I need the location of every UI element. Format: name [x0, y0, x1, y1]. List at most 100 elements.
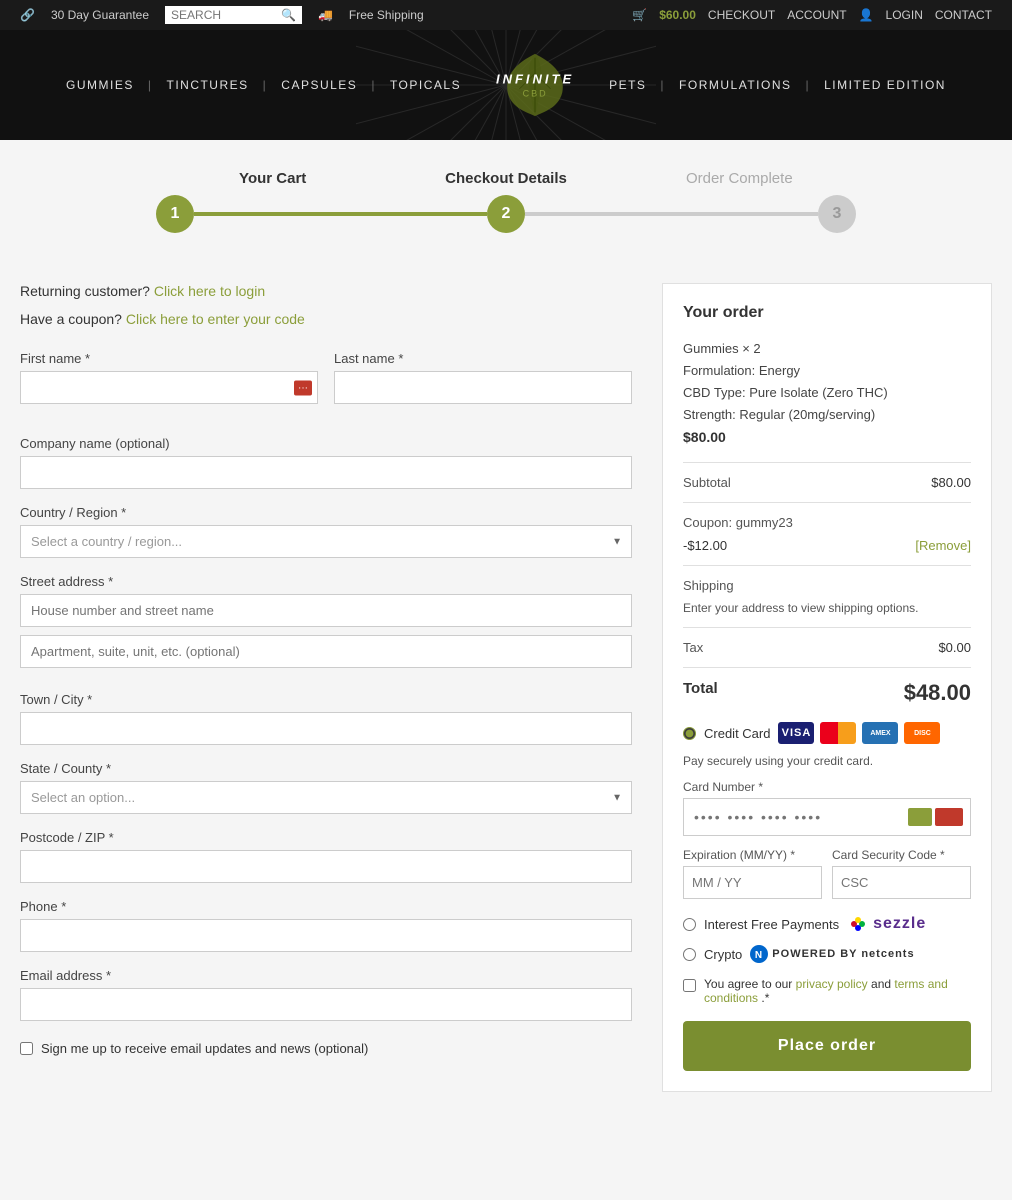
crypto-option: Crypto N POWERED BY netcents	[683, 945, 971, 963]
country-label: Country / Region *	[20, 505, 632, 520]
sezzle-icon	[847, 913, 869, 935]
coupon-label: Coupon: gummy23	[683, 515, 793, 530]
coupon-discount: -$12.00	[683, 538, 727, 553]
progress-labels: Your Cart Checkout Details Order Complet…	[156, 170, 856, 187]
expiry-group: Expiration (MM/YY) *	[683, 848, 822, 899]
checkout-link[interactable]: CHECKOUT	[708, 8, 775, 22]
postcode-input[interactable]	[20, 850, 632, 883]
state-group: State / County * Select an option... Ala…	[20, 761, 632, 814]
contact-link[interactable]: CONTACT	[935, 8, 992, 22]
coupon-prefix: Have a coupon?	[20, 311, 122, 327]
privacy-link[interactable]: privacy policy	[796, 977, 868, 991]
terms-suffix: .*	[761, 991, 769, 1005]
first-name-group: First name * ···	[20, 351, 318, 404]
step1-label: Your Cart	[156, 170, 389, 187]
crypto-radio[interactable]	[683, 948, 696, 961]
tax-value: $0.00	[938, 640, 971, 655]
logo-container[interactable]: iNFiNiTe CBD	[475, 40, 595, 130]
nav-limited-edition[interactable]: LIMITED EDITION	[810, 78, 960, 92]
street-label: Street address *	[20, 574, 632, 589]
terms-checkbox[interactable]	[683, 979, 696, 992]
state-select[interactable]: Select an option... Alabama California N…	[20, 781, 632, 814]
autofill-icon: ···	[294, 380, 312, 395]
nav-right: PETS | FORMULATIONS | LIMITED EDITION	[595, 78, 960, 92]
terms-prefix: You agree to our	[704, 977, 792, 991]
order-formulation: Formulation: Energy	[683, 360, 971, 382]
nav-gummies[interactable]: GUMMIES	[52, 78, 148, 92]
order-divider2	[683, 502, 971, 503]
last-name-input[interactable]	[334, 371, 632, 404]
login-link[interactable]: LOGIN	[886, 8, 923, 22]
card-number-label: Card Number *	[683, 780, 971, 794]
top-bar-right: 🛒 $60.00 CHECKOUT ACCOUNT 👤 LOGIN CONTAC…	[632, 8, 992, 22]
email-group: Email address *	[20, 968, 632, 1021]
netcents-logo: N POWERED BY netcents	[750, 945, 914, 963]
returning-customer-row: Returning customer? Click here to login	[20, 283, 632, 299]
place-order-button[interactable]: Place order	[683, 1021, 971, 1071]
chip-icon	[908, 808, 932, 826]
order-divider5	[683, 667, 971, 668]
total-amount: $48.00	[904, 680, 971, 706]
order-cbd-type: CBD Type: Pure Isolate (Zero THC)	[683, 382, 971, 404]
total-row: Total $48.00	[683, 680, 971, 706]
subtotal-label: Subtotal	[683, 475, 731, 490]
city-input[interactable]	[20, 712, 632, 745]
company-input[interactable]	[20, 456, 632, 489]
nav-tinctures[interactable]: TINCTURES	[152, 78, 262, 92]
credit-card-radio[interactable]	[683, 727, 696, 740]
last-name-label: Last name *	[334, 351, 632, 366]
main-content: Returning customer? Click here to login …	[0, 253, 1012, 1122]
state-select-wrap: Select an option... Alabama California N…	[20, 781, 632, 814]
mastercard-logo	[820, 722, 856, 744]
nav-formulations[interactable]: FORMULATIONS	[665, 78, 805, 92]
main-nav: GUMMIES | TINCTURES | CAPSULES | TOPICAL…	[0, 30, 1012, 140]
stripe-icon	[935, 808, 963, 826]
email-label: Email address *	[20, 968, 632, 983]
email-input[interactable]	[20, 988, 632, 1021]
remove-coupon[interactable]: [Remove]	[915, 538, 971, 553]
login-icon: 👤	[859, 8, 874, 22]
total-label: Total	[683, 680, 718, 706]
expiry-input[interactable]	[683, 866, 822, 899]
terms-text: You agree to our privacy policy and term…	[704, 977, 971, 1005]
coupon-row: Have a coupon? Click here to enter your …	[20, 311, 632, 327]
first-name-label: First name *	[20, 351, 318, 366]
visa-logo: VISA	[778, 722, 814, 744]
account-link[interactable]: ACCOUNT	[787, 8, 846, 22]
nav-topicals[interactable]: TOPICALS	[376, 78, 475, 92]
street-input[interactable]	[20, 594, 632, 627]
order-divider1	[683, 462, 971, 463]
order-item: Gummies × 2 Formulation: Energy CBD Type…	[683, 338, 971, 450]
search-input[interactable]	[171, 8, 281, 22]
card-logos: VISA AMEX DISC	[778, 722, 940, 744]
credit-card-label: Credit Card	[704, 726, 770, 741]
login-link-form[interactable]: Click here to login	[154, 283, 265, 299]
country-select[interactable]: Select a country / region... United Stat…	[20, 525, 632, 558]
nav-left: GUMMIES | TINCTURES | CAPSULES | TOPICAL…	[52, 78, 475, 92]
expiry-csc-row: Expiration (MM/YY) * Card Security Code …	[683, 848, 971, 899]
terms-and: and	[871, 977, 891, 991]
coupon-link[interactable]: Click here to enter your code	[126, 311, 305, 327]
netcents-icon: N	[750, 945, 768, 963]
sezzle-radio[interactable]	[683, 918, 696, 931]
nav-capsules[interactable]: CAPSULES	[267, 78, 371, 92]
sezzle-text: sezzle	[873, 915, 926, 933]
apt-input[interactable]	[20, 635, 632, 668]
signup-label: Sign me up to receive email updates and …	[41, 1041, 368, 1056]
card-type-icon	[908, 808, 963, 826]
csc-input[interactable]	[832, 866, 971, 899]
credit-card-option: Credit Card VISA AMEX DISC	[683, 722, 971, 744]
tax-row: Tax $0.00	[683, 640, 971, 655]
signup-checkbox[interactable]	[20, 1042, 33, 1055]
expiry-label: Expiration (MM/YY) *	[683, 848, 822, 862]
phone-input[interactable]	[20, 919, 632, 952]
cart-icon: 🛒	[632, 8, 647, 22]
first-name-input[interactable]	[20, 371, 318, 404]
postcode-group: Postcode / ZIP *	[20, 830, 632, 883]
search-wrap[interactable]: 🔍	[165, 6, 302, 24]
csc-label: Card Security Code *	[832, 848, 971, 862]
company-group: Company name (optional)	[20, 436, 632, 489]
step3-label: Order Complete	[623, 170, 856, 187]
free-shipping-text: Free Shipping	[349, 8, 424, 22]
nav-pets[interactable]: PETS	[595, 78, 660, 92]
